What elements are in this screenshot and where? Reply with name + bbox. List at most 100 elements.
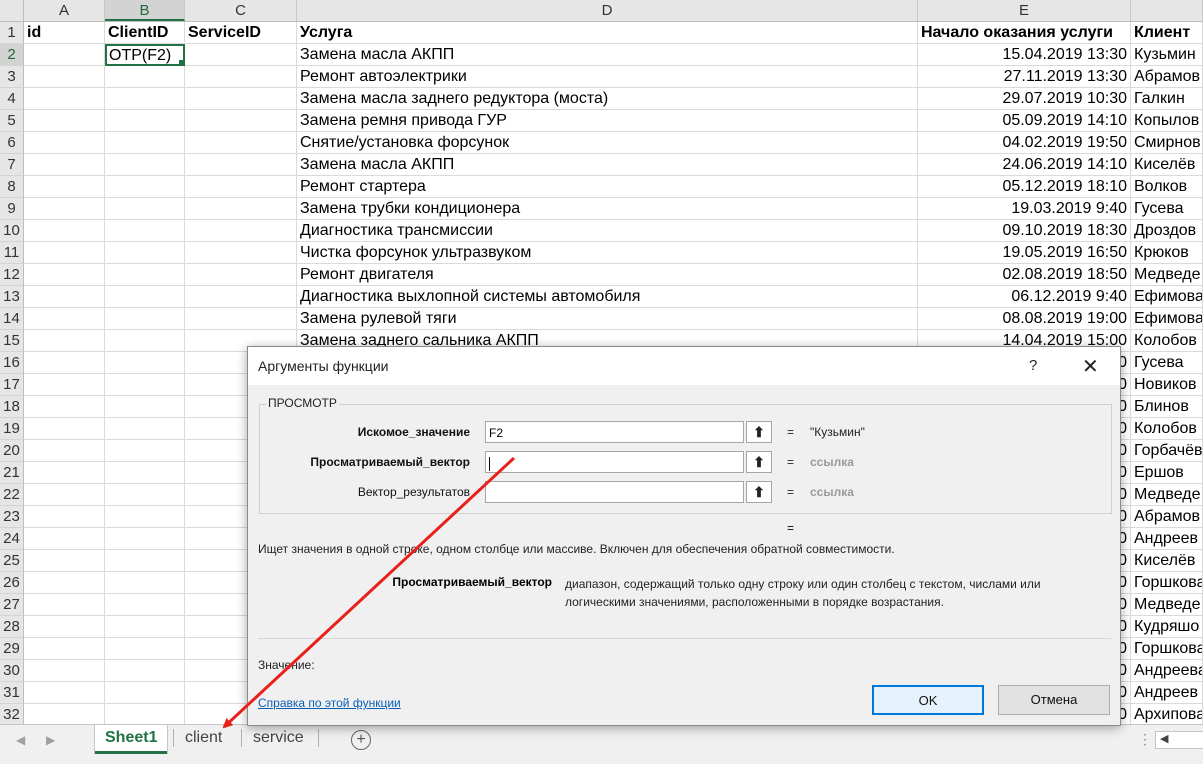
cell-start[interactable]: 15.04.2019 13:30 [918, 44, 1131, 66]
cell-id[interactable] [24, 132, 105, 154]
cell-client[interactable]: Медведе [1131, 484, 1203, 506]
row-header[interactable]: 18 [0, 396, 24, 418]
row-header[interactable]: 17 [0, 374, 24, 396]
row-header[interactable]: 9 [0, 198, 24, 220]
row-header[interactable]: 13 [0, 286, 24, 308]
cell-client[interactable]: Копылов [1131, 110, 1203, 132]
cell-id[interactable] [24, 638, 105, 660]
cell-id[interactable] [24, 242, 105, 264]
cell-client[interactable]: Медведе [1131, 594, 1203, 616]
cell-client[interactable]: Андреев [1131, 682, 1203, 704]
column-header-a[interactable]: A [24, 0, 105, 21]
cell-clientid[interactable] [105, 572, 185, 594]
row-header[interactable]: 11 [0, 242, 24, 264]
sheet-tab-client[interactable]: client [175, 725, 232, 751]
cell-client[interactable]: Медведе [1131, 264, 1203, 286]
help-icon[interactable]: ? [1029, 357, 1037, 374]
sheet-tab-sheet1[interactable]: Sheet1 [95, 725, 168, 754]
row-header[interactable]: 15 [0, 330, 24, 352]
cell-clientid[interactable] [105, 110, 185, 132]
cell-id[interactable] [24, 528, 105, 550]
cell-id[interactable] [24, 550, 105, 572]
cell-client[interactable]: Андреев [1131, 528, 1203, 550]
cell-id[interactable] [24, 176, 105, 198]
header-cell-clientid[interactable]: ClientID [105, 22, 185, 44]
cell-id[interactable] [24, 198, 105, 220]
cell-clientid[interactable] [105, 242, 185, 264]
cell-client[interactable]: Кудряшо [1131, 616, 1203, 638]
header-cell-client[interactable]: Клиент [1131, 22, 1203, 44]
cell-client[interactable]: Гусева [1131, 198, 1203, 220]
row-header[interactable]: 2 [0, 44, 24, 66]
cell-start[interactable]: 27.11.2019 13:30 [918, 66, 1131, 88]
function-help-link[interactable]: Справка по этой функции [258, 696, 401, 710]
row-header[interactable]: 19 [0, 418, 24, 440]
cell-client[interactable]: Горбачёв [1131, 440, 1203, 462]
cell-clientid[interactable] [105, 682, 185, 704]
cell-id[interactable] [24, 682, 105, 704]
cell-serviceid[interactable] [185, 308, 297, 330]
cell-client[interactable]: Блинов [1131, 396, 1203, 418]
row-header[interactable]: 5 [0, 110, 24, 132]
row-header[interactable]: 12 [0, 264, 24, 286]
cell-id[interactable] [24, 396, 105, 418]
collapse-dialog-icon[interactable]: ⬆ [746, 481, 772, 503]
cell-client[interactable]: Кузьмин [1131, 44, 1203, 66]
cell-start[interactable]: 02.08.2019 18:50 [918, 264, 1131, 286]
cell-service[interactable]: Замена масла АКПП [297, 44, 918, 66]
cell-start[interactable]: 19.05.2019 16:50 [918, 242, 1131, 264]
row-header[interactable]: 14 [0, 308, 24, 330]
tab-scroll-left-icon[interactable]: ◀ [16, 733, 25, 747]
row-header[interactable]: 3 [0, 66, 24, 88]
cell-client[interactable]: Дроздов [1131, 220, 1203, 242]
header-cell-serviceid[interactable]: ServiceID [185, 22, 297, 44]
cell-clientid[interactable] [105, 154, 185, 176]
cell-start[interactable]: 05.09.2019 14:10 [918, 110, 1131, 132]
cell-id[interactable] [24, 660, 105, 682]
cancel-button[interactable]: Отмена [998, 685, 1110, 715]
row-header[interactable]: 8 [0, 176, 24, 198]
cell-clientid[interactable] [105, 374, 185, 396]
row-header[interactable]: 22 [0, 484, 24, 506]
row-header[interactable]: 10 [0, 220, 24, 242]
cell-client[interactable]: Ершов [1131, 462, 1203, 484]
cell-clientid[interactable] [105, 220, 185, 242]
cell-client[interactable]: Ефимова [1131, 286, 1203, 308]
cell-clientid[interactable] [105, 550, 185, 572]
cell-service[interactable]: Чистка форсунок ультразвуком [297, 242, 918, 264]
cell-client[interactable]: Горшкова [1131, 638, 1203, 660]
tab-split-handle-icon[interactable]: ⋮ [1138, 731, 1152, 748]
column-header-d[interactable]: D [297, 0, 918, 21]
cell-clientid[interactable] [105, 132, 185, 154]
cell-serviceid[interactable] [185, 264, 297, 286]
sheet-tab-service[interactable]: service [243, 725, 314, 751]
cell-client[interactable]: Смирнов [1131, 132, 1203, 154]
cell-client[interactable]: Волков [1131, 176, 1203, 198]
cell-clientid[interactable] [105, 594, 185, 616]
cell-clientid[interactable] [105, 704, 185, 724]
cell-service[interactable]: Замена масла АКПП [297, 154, 918, 176]
dialog-title-bar[interactable]: Аргументы функции ? ✕ [248, 347, 1120, 385]
cell-clientid[interactable] [105, 264, 185, 286]
row-header[interactable]: 7 [0, 154, 24, 176]
cell-client[interactable]: Киселёв [1131, 550, 1203, 572]
cell-client[interactable]: Колобов [1131, 418, 1203, 440]
cell-clientid[interactable] [105, 528, 185, 550]
ok-button[interactable]: OK [872, 685, 984, 715]
cell-serviceid[interactable] [185, 132, 297, 154]
collapse-dialog-icon[interactable]: ⬆ [746, 421, 772, 443]
cell-clientid[interactable] [105, 418, 185, 440]
collapse-dialog-icon[interactable]: ⬆ [746, 451, 772, 473]
row-header[interactable]: 32 [0, 704, 24, 724]
cell-clientid[interactable] [105, 198, 185, 220]
cell-id[interactable] [24, 374, 105, 396]
row-header[interactable]: 4 [0, 88, 24, 110]
header-cell-start[interactable]: Начало оказания услуги [918, 22, 1131, 44]
cell-id[interactable] [24, 110, 105, 132]
cell-service[interactable]: Замена масла заднего редуктора (моста) [297, 88, 918, 110]
cell-serviceid[interactable] [185, 154, 297, 176]
cell-client[interactable]: Андреева [1131, 660, 1203, 682]
cell-start[interactable]: 06.12.2019 9:40 [918, 286, 1131, 308]
header-cell-id[interactable]: id [24, 22, 105, 44]
cell-id[interactable] [24, 484, 105, 506]
